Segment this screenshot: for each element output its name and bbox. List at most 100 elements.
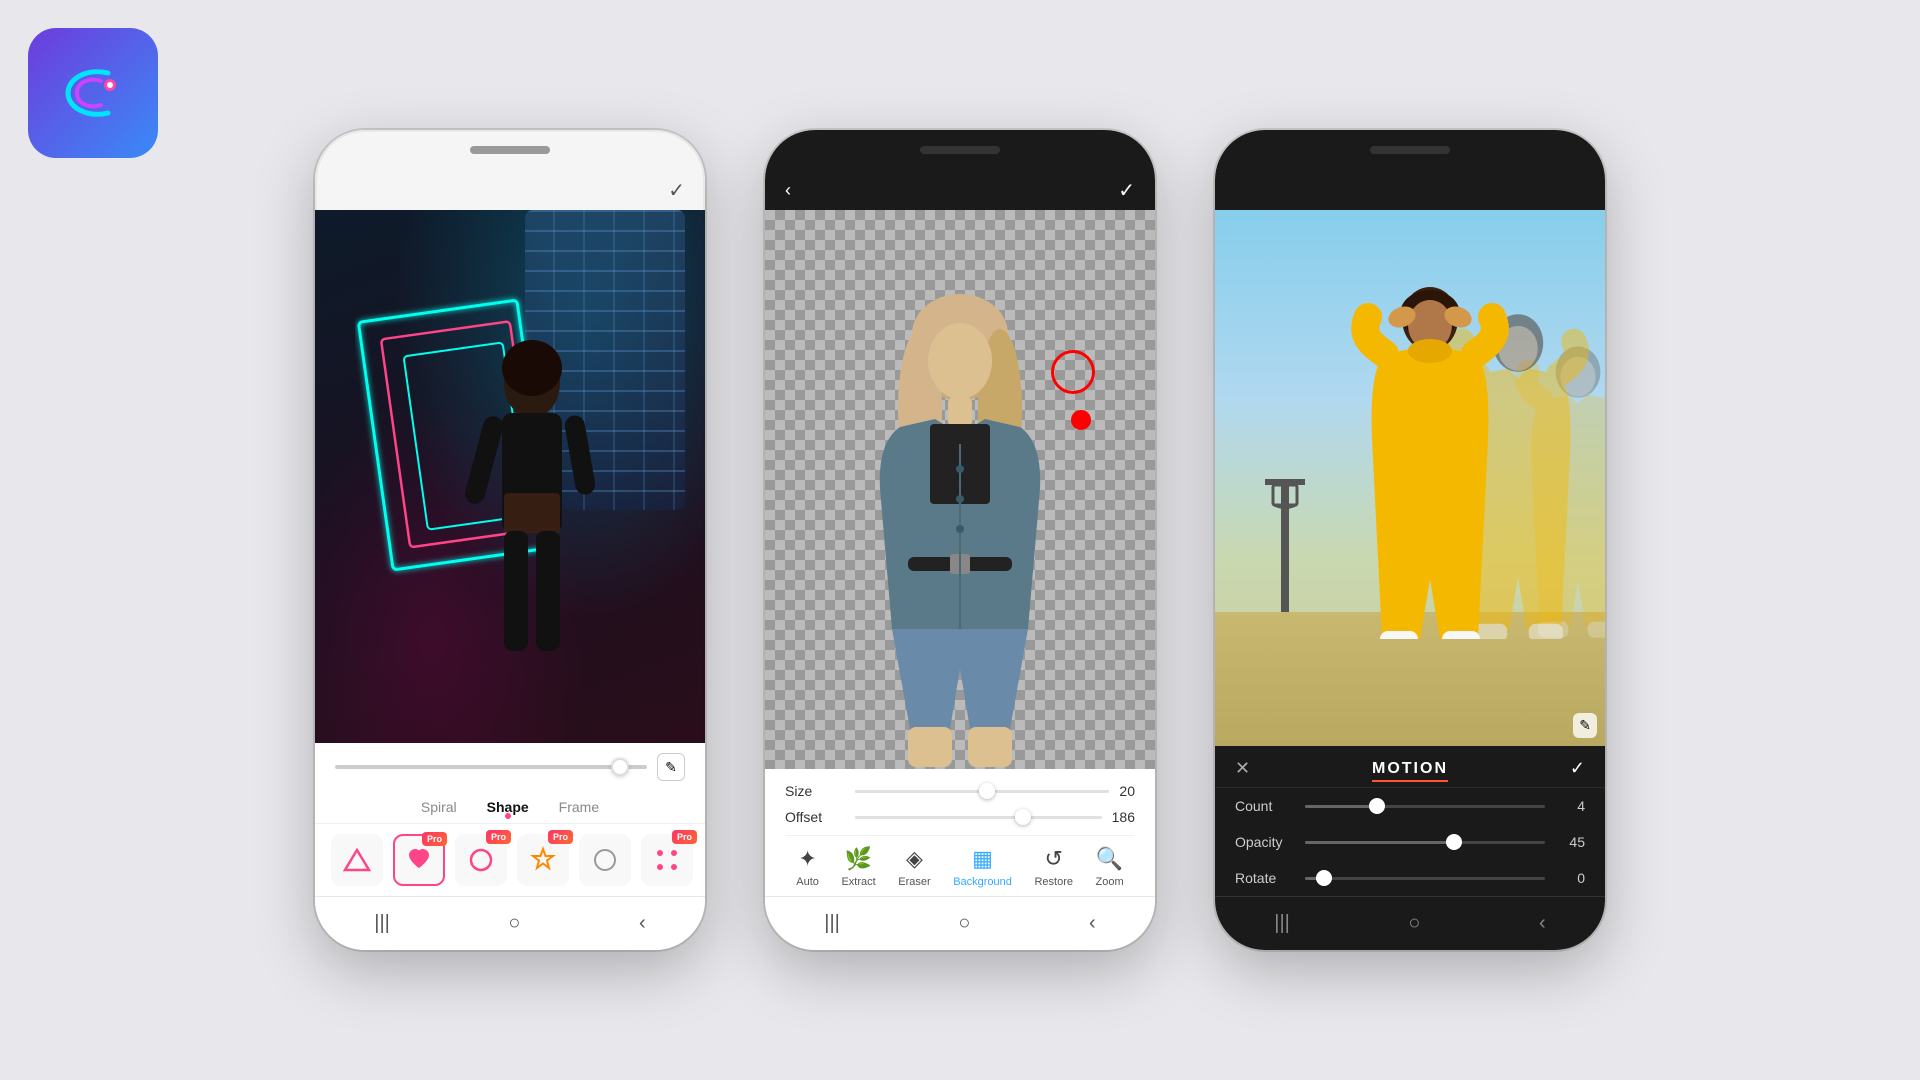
opacity-fill <box>1305 841 1454 844</box>
nav-home-icon[interactable]: ○ <box>508 912 520 935</box>
shape-circle-outline[interactable]: Pro <box>455 834 507 886</box>
notch-pill-2 <box>920 146 1000 154</box>
phone-2-checkmark[interactable]: ✓ <box>1118 178 1135 203</box>
app-icon[interactable] <box>28 28 158 158</box>
nav-2-menu[interactable]: ||| <box>824 912 840 935</box>
offset-value: 186 <box>1112 809 1135 825</box>
shape-circle-plain[interactable] <box>579 834 631 886</box>
rotate-value: 0 <box>1561 870 1585 886</box>
pro-badge-circle: Pro <box>486 830 511 844</box>
tool-extract[interactable]: 🌿 Extract <box>841 846 875 888</box>
nav-back-icon[interactable]: ‹ <box>639 912 646 935</box>
motion-confirm-button[interactable]: ✓ <box>1570 758 1585 779</box>
phone-1-notch <box>315 130 705 170</box>
phone-1: ✓ <box>315 130 705 950</box>
auto-icon: ✦ <box>798 846 816 872</box>
eraser-label: Eraser <box>898 876 930 888</box>
tool-restore[interactable]: ↺ Restore <box>1034 846 1073 888</box>
tool-zoom[interactable]: 🔍 Zoom <box>1096 846 1124 888</box>
opacity-slider[interactable] <box>1305 841 1545 844</box>
background-label: Background <box>953 876 1012 888</box>
size-slider-track[interactable] <box>855 790 1109 793</box>
shape-heart[interactable]: Pro <box>393 834 445 886</box>
phone-1-top-bar: ✓ <box>315 170 705 210</box>
phone-1-bottom: ✎ Spiral Shape Frame Pro <box>315 743 705 896</box>
rotate-slider[interactable] <box>1305 877 1545 880</box>
phone-1-canvas[interactable] <box>315 210 705 743</box>
woman-yellow-main <box>1330 279 1530 639</box>
shape-dots[interactable]: Pro <box>641 834 693 886</box>
phone-2-notch <box>765 130 1155 170</box>
restore-icon: ↺ <box>1045 846 1063 872</box>
nav-2-home[interactable]: ○ <box>958 912 970 935</box>
size-slider-thumb[interactable] <box>979 783 995 799</box>
intensity-slider-track[interactable] <box>335 765 647 769</box>
extracted-woman <box>820 289 1100 769</box>
rotate-thumb[interactable] <box>1316 870 1332 886</box>
shape-triangle[interactable] <box>331 834 383 886</box>
opacity-value: 45 <box>1561 834 1585 850</box>
eraser-icon: ◈ <box>906 846 923 872</box>
app-logo <box>53 53 133 133</box>
eraser-button[interactable]: ✎ <box>657 753 685 781</box>
opacity-thumb[interactable] <box>1446 834 1462 850</box>
tab-frame[interactable]: Frame <box>559 797 599 817</box>
nav-3-back[interactable]: ‹ <box>1539 912 1546 935</box>
count-label: Count <box>1235 798 1305 814</box>
extract-icon: 🌿 <box>845 846 872 872</box>
nav-2-back[interactable]: ‹ <box>1089 912 1096 935</box>
tab-spiral[interactable]: Spiral <box>421 797 457 817</box>
pro-badge-heart: Pro <box>422 832 447 846</box>
woman-silhouette-1 <box>422 323 642 743</box>
intensity-slider-thumb[interactable] <box>611 758 629 776</box>
phone-2: ‹ ✓ <box>765 130 1155 950</box>
phone-3-notch <box>1215 130 1605 170</box>
phones-container: ✓ <box>315 130 1605 950</box>
offset-slider-track[interactable] <box>855 816 1102 819</box>
phone-2-top-bar: ‹ ✓ <box>765 170 1155 210</box>
rotate-label: Rotate <box>1235 870 1305 886</box>
shape-star[interactable]: Pro <box>517 834 569 886</box>
phone-2-canvas[interactable] <box>765 210 1155 769</box>
restore-label: Restore <box>1034 876 1073 888</box>
rotate-control-row: Rotate 0 <box>1215 860 1605 896</box>
size-slider-fill <box>855 790 987 793</box>
tab-shape[interactable]: Shape <box>487 797 529 817</box>
tool-background[interactable]: ▦ Background <box>953 846 1012 888</box>
motion-close-button[interactable]: ✕ <box>1235 758 1250 779</box>
phone-3-top-bar <box>1215 170 1605 210</box>
offset-slider-fill <box>855 816 1023 819</box>
size-slider-row: Size 20 <box>785 783 1135 799</box>
notch-pill-1 <box>470 146 550 154</box>
motion-title: MOTION <box>1372 760 1448 778</box>
motion-header: ✕ MOTION ✓ <box>1215 746 1605 788</box>
count-slider[interactable] <box>1305 805 1545 808</box>
nav-3-home[interactable]: ○ <box>1408 912 1420 935</box>
count-thumb[interactable] <box>1369 798 1385 814</box>
pro-badge-dots: Pro <box>672 830 697 844</box>
phone-2-back-icon[interactable]: ‹ <box>785 180 791 201</box>
pro-badge-star: Pro <box>548 830 573 844</box>
phone-2-bottom: Size 20 Offset 186 ✦ Au <box>765 769 1155 896</box>
phone-1-nav: ||| ○ ‹ <box>315 896 705 950</box>
size-label: Size <box>785 783 845 799</box>
extract-label: Extract <box>841 876 875 888</box>
zoom-icon: 🔍 <box>1096 846 1123 872</box>
phone-3: ✎ ✕ MOTION ✓ Count 4 Opacity <box>1215 130 1605 950</box>
tools-row: ✦ Auto 🌿 Extract ◈ Eraser ▦ Background ↺ <box>785 835 1135 896</box>
auto-label: Auto <box>796 876 819 888</box>
shape-tabs: Spiral Shape Frame <box>315 791 705 824</box>
offset-slider-thumb[interactable] <box>1015 809 1031 825</box>
offset-slider-row: Offset 186 <box>785 809 1135 825</box>
nav-menu-icon[interactable]: ||| <box>374 912 390 935</box>
size-value: 20 <box>1119 783 1135 799</box>
count-value: 4 <box>1561 798 1585 814</box>
tool-auto[interactable]: ✦ Auto <box>796 846 819 888</box>
opacity-label: Opacity <box>1235 834 1305 850</box>
nav-3-menu[interactable]: ||| <box>1274 912 1290 935</box>
tool-eraser[interactable]: ◈ Eraser <box>898 846 930 888</box>
phone-3-canvas[interactable]: ✎ <box>1215 210 1605 746</box>
phone-1-checkmark[interactable]: ✓ <box>668 178 685 203</box>
offset-label: Offset <box>785 809 845 825</box>
shapes-row: Pro Pro Pro <box>315 824 705 896</box>
